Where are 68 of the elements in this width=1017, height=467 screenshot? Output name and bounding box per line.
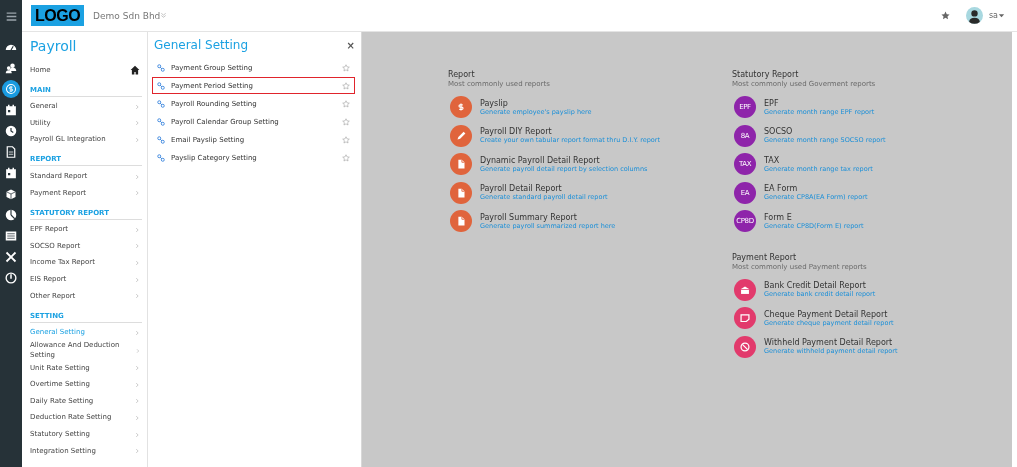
chevron-right-icon	[134, 276, 140, 283]
chevron-right-icon	[134, 173, 140, 180]
star-icon[interactable]	[940, 11, 950, 20]
document-icon	[5, 145, 17, 158]
home-icon	[130, 65, 140, 76]
chevron-right-icon	[134, 190, 140, 197]
report-title[interactable]: Payroll DIY Report	[480, 127, 661, 137]
link-icon	[157, 63, 165, 72]
report-title[interactable]: EA Form	[764, 184, 868, 194]
section-title: Payment Report	[732, 252, 798, 262]
link-icon	[157, 81, 165, 90]
sidebar-title: Payroll	[30, 38, 78, 54]
report-title[interactable]: EPF	[764, 98, 875, 108]
report-title[interactable]: TAX	[764, 155, 873, 165]
link-icon	[157, 117, 165, 126]
chevron-right-icon	[134, 415, 140, 422]
panel-title: General Setting	[154, 38, 249, 52]
user-name[interactable]: sa	[988, 11, 998, 20]
company-name[interactable]: Demo Sdn Bhd	[93, 10, 161, 21]
star-outline-icon[interactable]	[342, 135, 350, 144]
chevron-down-icon	[160, 12, 168, 19]
report-title[interactable]: Dynamic Payroll Detail Report	[480, 155, 648, 165]
power-icon	[5, 271, 17, 284]
chevron-right-icon	[134, 431, 140, 438]
avatar-icon[interactable]	[965, 7, 983, 24]
report-title[interactable]: Form E	[764, 212, 864, 222]
list-icon	[5, 229, 17, 242]
clock-icon	[5, 124, 17, 137]
section-title: Statutory Report	[732, 70, 800, 79]
report-title[interactable]: Payroll Detail Report	[480, 184, 608, 194]
report-title[interactable]: Withheld Payment Detail Report	[764, 338, 898, 348]
chevron-right-icon	[134, 381, 140, 388]
chevron-right-icon	[134, 103, 140, 110]
report-title[interactable]: Payslip	[480, 98, 592, 108]
star-outline-icon[interactable]	[342, 63, 350, 72]
star-outline-icon[interactable]	[342, 153, 350, 162]
logo: LOGO	[31, 5, 85, 26]
chevron-right-icon	[134, 120, 140, 127]
star-outline-icon[interactable]	[342, 99, 350, 108]
box-icon	[5, 187, 17, 200]
report-title[interactable]: Payroll Summary Report	[480, 212, 616, 222]
pie-chart-icon	[5, 208, 17, 221]
section-title: Report	[448, 70, 476, 79]
chevron-right-icon	[134, 293, 140, 300]
report-title[interactable]: Bank Credit Detail Report	[764, 281, 876, 291]
menu-icon[interactable]	[5, 10, 17, 22]
report-title[interactable]: SOCSO	[764, 127, 886, 137]
report-title[interactable]: Cheque Payment Detail Report	[764, 309, 894, 319]
star-outline-icon[interactable]	[342, 81, 350, 90]
chevron-right-icon	[134, 260, 140, 267]
chevron-right-icon	[134, 398, 140, 405]
chevron-right-icon	[134, 329, 140, 336]
star-outline-icon[interactable]	[342, 117, 350, 126]
chevron-right-icon	[134, 137, 140, 144]
caret-icon	[998, 12, 1005, 19]
calendar-icon	[5, 103, 17, 116]
chevron-right-icon	[134, 448, 140, 455]
dollar-icon	[5, 82, 17, 95]
people-icon	[5, 61, 17, 74]
chevron-right-icon	[134, 365, 140, 372]
link-icon	[157, 135, 165, 144]
calendar-icon	[5, 166, 17, 179]
chevron-right-icon	[134, 226, 140, 233]
link-icon	[157, 99, 165, 108]
chevron-right-icon	[134, 347, 140, 354]
link-icon	[157, 153, 165, 162]
chevron-right-icon	[134, 243, 140, 250]
close-button[interactable]: ×	[346, 39, 355, 51]
